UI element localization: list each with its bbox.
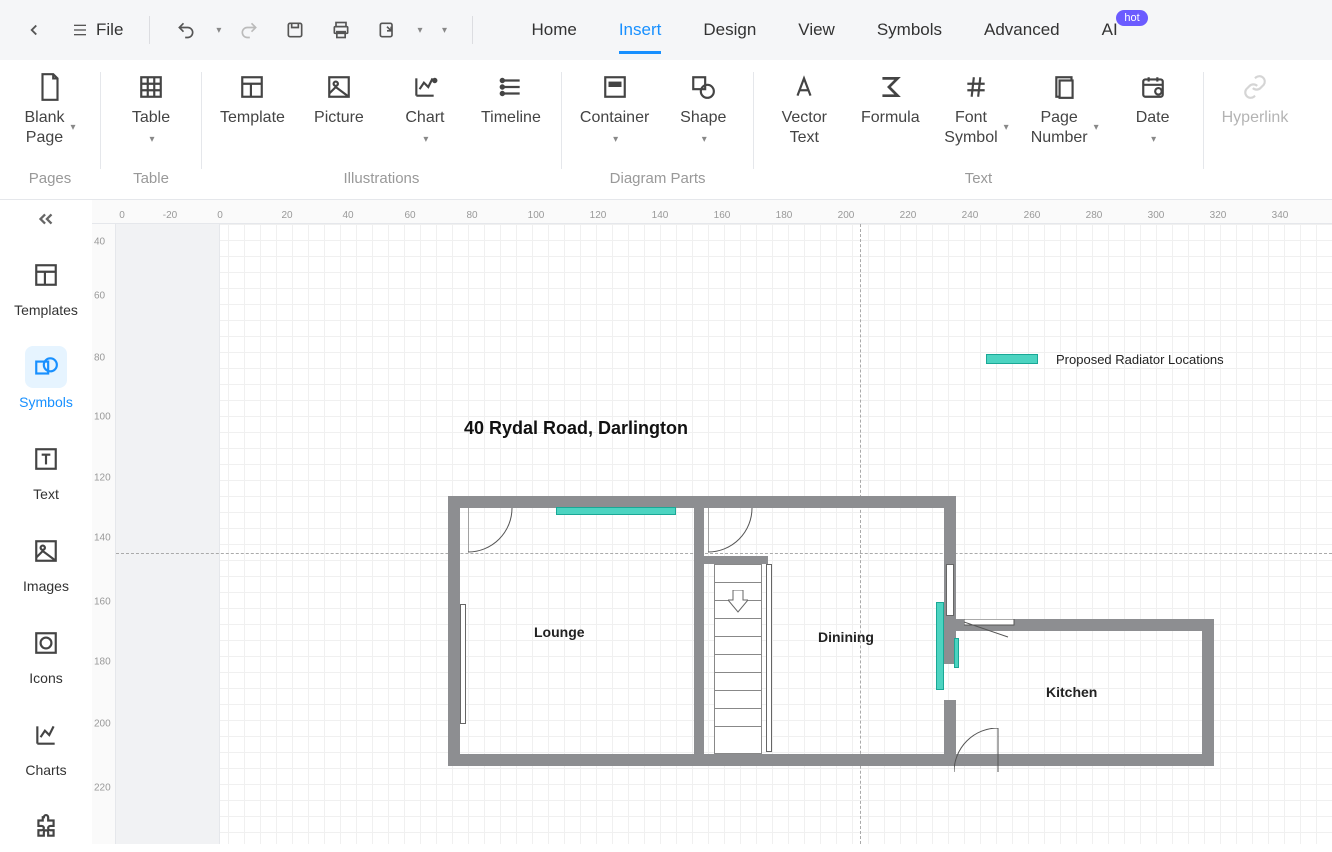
blank-page-icon — [35, 72, 65, 102]
radiator-kitchen[interactable] — [954, 638, 959, 668]
collapse-button[interactable] — [0, 208, 92, 230]
link-icon — [1240, 72, 1270, 102]
main-menu: Home Insert Design View Symbols Advanced… — [531, 6, 1117, 54]
export-caret-icon[interactable]: ▾ — [417, 25, 422, 36]
wall-left[interactable] — [448, 496, 460, 766]
hash-icon — [961, 72, 991, 102]
window-dining[interactable] — [946, 564, 954, 616]
file-label: File — [96, 20, 123, 40]
font-symbol-button[interactable]: Font Symbol ▾ — [944, 72, 1008, 148]
chart-icon — [410, 72, 440, 102]
menu-home[interactable]: Home — [531, 6, 576, 54]
nav-icons[interactable]: Icons — [0, 618, 92, 690]
door-lounge-2[interactable] — [708, 508, 758, 558]
menu-view[interactable]: View — [798, 6, 835, 54]
picture-icon — [324, 72, 354, 102]
nav-templates[interactable]: Templates — [0, 250, 92, 322]
workspace: Templates Symbols Text Images Icons Char… — [0, 200, 1332, 844]
table-icon — [136, 72, 166, 102]
nav-text[interactable]: Text — [0, 434, 92, 506]
hyperlink-button: Hyperlink — [1222, 72, 1289, 128]
wall-interior-1[interactable] — [694, 506, 704, 758]
guide-vertical[interactable] — [860, 224, 861, 844]
door-kitchen[interactable] — [954, 728, 1004, 778]
undo-caret-icon[interactable]: ▾ — [216, 25, 221, 36]
export-button[interactable] — [369, 12, 405, 48]
menu-advanced[interactable]: Advanced — [984, 6, 1060, 54]
door-lounge-1[interactable] — [468, 508, 518, 558]
timeline-button[interactable]: Timeline — [479, 72, 543, 128]
container-button[interactable]: Container▾ — [580, 72, 649, 145]
table-button[interactable]: Table▾ — [119, 72, 183, 145]
door-dining[interactable] — [964, 619, 1020, 639]
shape-icon — [688, 72, 718, 102]
room-kitchen-label[interactable]: Kitchen — [1046, 684, 1097, 700]
nav-symbols[interactable]: Symbols — [0, 342, 92, 414]
formula-button[interactable]: Formula — [858, 72, 922, 128]
blank-page-button[interactable]: Blank Page▾ — [18, 72, 82, 148]
window-lounge[interactable] — [460, 604, 466, 724]
menu-symbols[interactable]: Symbols — [877, 6, 942, 54]
diagram-title[interactable]: 40 Rydal Road, Darlington — [464, 418, 688, 439]
back-button[interactable] — [16, 12, 52, 48]
legend-swatch[interactable] — [986, 354, 1038, 364]
container-icon — [600, 72, 630, 102]
page-number-button[interactable]: 1Page Number ▾ — [1031, 72, 1099, 148]
menu-ai-label: AI — [1102, 20, 1118, 39]
ribbon-group-diagram-parts: Diagram Parts — [562, 170, 753, 195]
topbar-left: File ▾ ▾ ▾ — [16, 12, 481, 48]
room-lounge-label[interactable]: Lounge — [534, 624, 585, 640]
template-button[interactable]: Template — [220, 72, 285, 128]
menu-ai[interactable]: AI hot — [1102, 6, 1118, 54]
template-icon — [237, 72, 267, 102]
paper-margin — [116, 224, 220, 844]
hot-badge: hot — [1116, 10, 1147, 26]
ribbon-group-text: Text — [754, 170, 1202, 195]
more-caret[interactable]: ▾ — [432, 12, 454, 48]
stairs-rail[interactable] — [766, 564, 772, 752]
canvas[interactable]: 40 Rydal Road, Darlington Proposed Radia… — [116, 224, 1332, 844]
chart-button[interactable]: Chart▾ — [393, 72, 457, 145]
horizontal-ruler[interactable]: 0 -20 0 20 40 60 80 100 120 140 160 180 … — [92, 200, 1332, 224]
left-nav: Templates Symbols Text Images Icons Char… — [0, 200, 92, 844]
legend-label[interactable]: Proposed Radiator Locations — [1056, 352, 1224, 367]
picture-button[interactable]: Picture — [307, 72, 371, 128]
formula-icon — [875, 72, 905, 102]
print-button[interactable] — [323, 12, 359, 48]
radiator-lounge[interactable] — [556, 507, 676, 515]
timeline-icon — [496, 72, 526, 102]
nav-extensions[interactable] — [0, 802, 92, 852]
redo-button[interactable] — [231, 12, 267, 48]
arrow-down-icon — [728, 590, 748, 614]
nav-images[interactable]: Images — [0, 526, 92, 598]
shape-button[interactable]: Shape▾ — [671, 72, 735, 145]
menu-insert[interactable]: Insert — [619, 6, 662, 54]
vector-text-icon — [789, 72, 819, 102]
undo-button[interactable] — [168, 12, 204, 48]
canvas-wrap: 0 -20 0 20 40 60 80 100 120 140 160 180 … — [92, 200, 1332, 844]
save-button[interactable] — [277, 12, 313, 48]
page-number-icon: 1 — [1050, 72, 1080, 102]
nav-charts[interactable]: Charts — [0, 710, 92, 782]
ribbon: Blank Page▾ Pages Table▾ Table Template … — [0, 60, 1332, 200]
vertical-ruler[interactable]: 40 60 80 100 120 140 160 180 200 220 — [92, 224, 116, 844]
vector-text-button[interactable]: Vector Text — [772, 72, 836, 148]
file-menu[interactable]: File — [62, 16, 131, 44]
calendar-icon — [1138, 72, 1168, 102]
ribbon-group-illustrations: Illustrations — [202, 170, 561, 195]
radiator-dining[interactable] — [936, 602, 944, 690]
ribbon-group-pages: Pages — [0, 170, 100, 195]
wall-kitchen-right[interactable] — [1202, 619, 1214, 765]
topbar: File ▾ ▾ ▾ Home Insert Design View Symbo… — [0, 0, 1332, 60]
ribbon-group-table: Table — [101, 170, 201, 195]
room-dining-label[interactable]: Dinining — [818, 629, 874, 645]
menu-design[interactable]: Design — [703, 6, 756, 54]
date-button[interactable]: Date▾ — [1121, 72, 1185, 145]
